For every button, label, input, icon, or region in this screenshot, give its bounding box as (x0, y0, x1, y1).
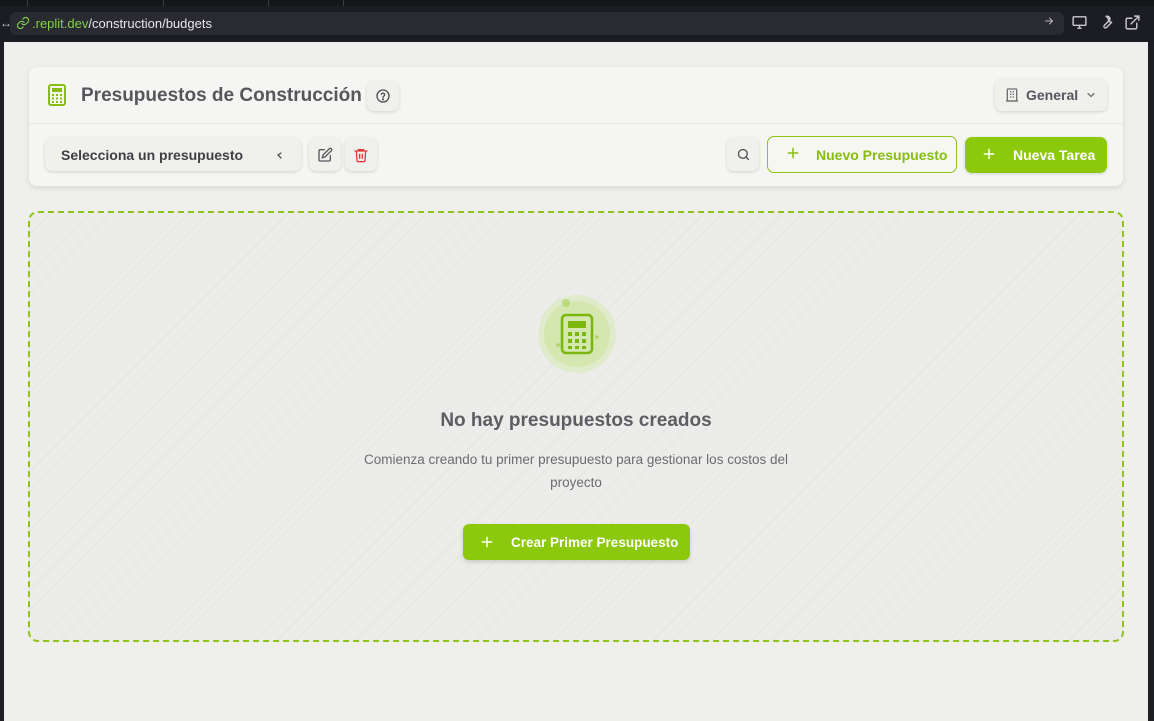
empty-state-description: Comienza creando tu primer presupuesto p… (364, 452, 788, 490)
page-title: Presupuestos de Construcción (81, 85, 362, 106)
url-host: .replit.dev (32, 16, 89, 31)
empty-state: No hay presupuestos creados Comienza cre… (28, 211, 1124, 642)
url-text[interactable]: .replit.dev/construction/budgets (32, 16, 212, 31)
wrench-icon[interactable] (1098, 14, 1115, 31)
building-icon (1006, 88, 1018, 102)
empty-state-title: No hay presupuestos creados (440, 410, 712, 431)
tab-separator (27, 0, 28, 6)
browser-chrome: ↔ .replit.dev/construction/budgets (0, 0, 1154, 42)
plus-icon (481, 536, 493, 548)
tab-strip (0, 0, 1154, 6)
url-path: /construction/budgets (88, 16, 212, 31)
search-button[interactable] (727, 138, 759, 171)
new-budget-button[interactable]: Nuevo Presupuesto (767, 136, 957, 173)
delete-budget-button[interactable] (345, 138, 377, 171)
divider (29, 123, 1123, 124)
chevron-down-icon (1087, 92, 1095, 98)
calculator-icon (538, 295, 616, 373)
search-icon (737, 148, 749, 161)
edit-icon (318, 147, 333, 162)
trash-icon (354, 148, 368, 162)
edit-budget-button[interactable] (309, 138, 341, 171)
help-circle-icon (376, 89, 390, 103)
new-task-button[interactable]: Nueva Tarea (965, 137, 1107, 173)
window-edge (1148, 42, 1154, 721)
arrow-right-icon[interactable] (1043, 15, 1055, 27)
scope-selector[interactable]: General (995, 79, 1107, 111)
header-card: Presupuestos de Construcción General Sel… (29, 67, 1123, 186)
plus-icon (787, 147, 799, 159)
create-first-budget-label: Crear Primer Presupuesto (511, 535, 679, 550)
new-budget-label: Nuevo Presupuesto (816, 147, 948, 163)
external-link-icon[interactable] (1124, 14, 1141, 31)
new-task-label: Nueva Tarea (1013, 147, 1096, 163)
help-button[interactable] (367, 81, 399, 111)
budget-select[interactable]: Selecciona un presupuesto (45, 138, 301, 171)
chevron-down-icon (277, 152, 282, 159)
monitor-icon[interactable] (1071, 14, 1088, 31)
tab-separator (268, 0, 269, 6)
calculator-icon (48, 84, 66, 106)
tab-separator (343, 0, 344, 6)
create-first-budget-button[interactable]: Crear Primer Presupuesto (463, 524, 690, 560)
budget-select-placeholder: Selecciona un presupuesto (61, 147, 244, 163)
plus-icon (983, 148, 995, 160)
link-icon (16, 16, 30, 30)
scope-label: General (1026, 87, 1079, 103)
window-edge (0, 42, 4, 721)
tab-separator (163, 0, 164, 6)
